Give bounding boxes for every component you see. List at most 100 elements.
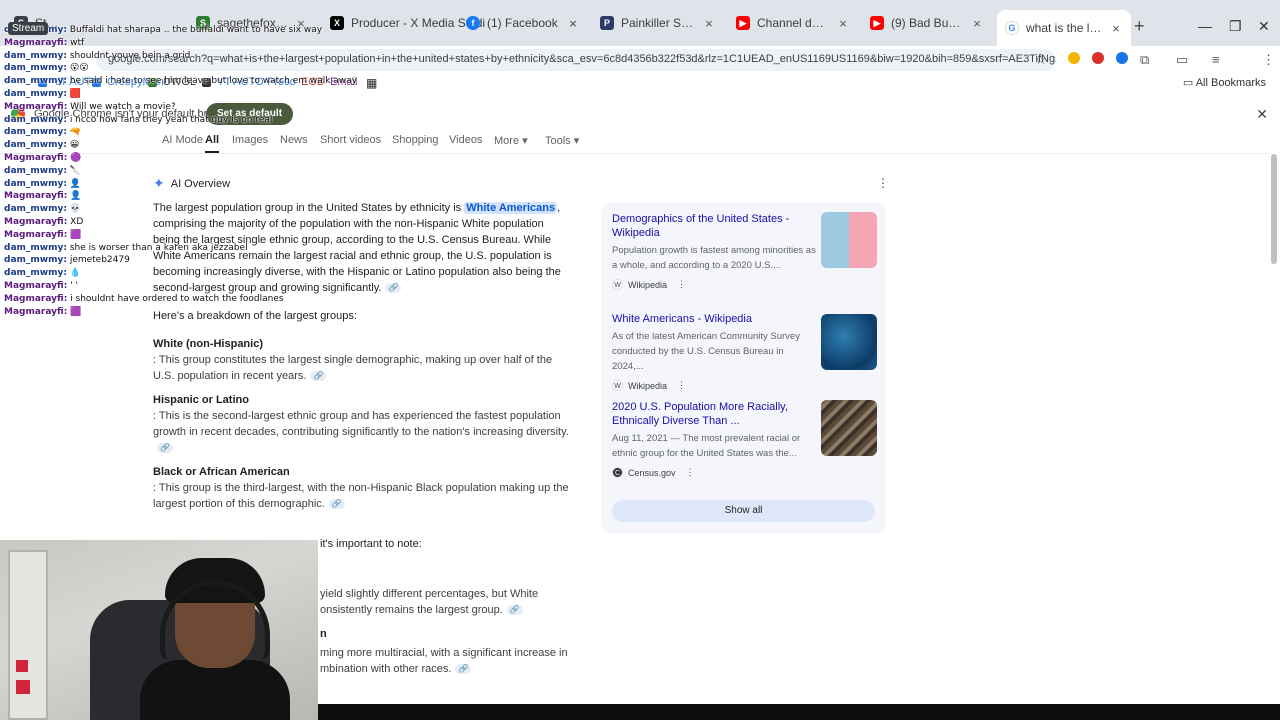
tab-close-icon[interactable]: × (1109, 21, 1123, 36)
extension-icon[interactable] (1068, 52, 1080, 64)
chat-username: dam_mwmy: (4, 50, 67, 61)
tab-close-icon[interactable]: × (702, 16, 716, 31)
chat-text: XD (70, 216, 84, 227)
close-icon[interactable]: ✕ (1256, 106, 1268, 123)
tab-painkiller[interactable]: P Painkiller Season 1 Episo × (592, 7, 724, 39)
note-heading: it's important to note: (320, 538, 422, 550)
chat-message: dam_mwmy: 💀 (4, 203, 324, 216)
link-icon[interactable]: 🔗 (455, 664, 472, 675)
google-icon: G (1005, 21, 1019, 35)
population-pyramid-thumbnail[interactable] (821, 212, 877, 268)
tab-shopping[interactable]: Shopping (392, 134, 439, 146)
tab-videos[interactable]: Videos (449, 134, 482, 146)
scrollbar[interactable] (1271, 154, 1277, 264)
group-desc-text: : This group constitutes the largest sin… (153, 354, 553, 382)
tab-more[interactable]: More ▾ (494, 134, 528, 147)
ai-cont-text: onsistently remains the largest group. (320, 604, 503, 616)
sources-panel: Demographics of the United States - Wiki… (601, 202, 886, 534)
chat-message: Magmarayfi: XD (4, 216, 324, 229)
bookmark-star-icon[interactable]: ☆ (1035, 52, 1047, 68)
minimize-icon[interactable]: — (1198, 18, 1212, 34)
census-icon: C (612, 467, 623, 478)
browser-window: S Stream S sagethefox Stream - × X Produ… (0, 0, 1280, 720)
youtube-icon: ▶ (736, 16, 750, 30)
more-options-icon[interactable]: ⋮ (677, 279, 686, 290)
highlight-text: White Americans (464, 202, 558, 214)
tab-short-videos[interactable]: Short videos (320, 134, 381, 146)
chat-message: dam_mwmy: jemeteb2479 (4, 254, 324, 267)
red-object (16, 680, 30, 694)
dropdown-icon: ▾ (522, 135, 528, 147)
painkiller-icon: P (600, 16, 614, 30)
source-site-name: Wikipedia (628, 380, 668, 391)
chat-message: dam_mwmy: Buffaldi hat sharapa .. the bu… (4, 24, 324, 37)
chat-message: dam_mwmy: he said i hate to see him leav… (4, 75, 357, 88)
chat-username: Magmarayfi: (4, 152, 68, 163)
sidebar-icon[interactable]: ▭ (1176, 52, 1188, 68)
media-icon[interactable]: ≡ (1212, 52, 1220, 67)
group-title: Black or African American (153, 466, 290, 478)
chat-username: dam_mwmy: (4, 88, 67, 99)
source-snippet: Aug 11, 2021 — The most prevalent racial… (612, 433, 801, 459)
link-icon[interactable]: 🔗 (310, 371, 327, 382)
tab-bad-bunny[interactable]: ▶ (9) Bad Bunny - Tití Me P × (862, 7, 992, 39)
apps-grid-icon[interactable]: ▦ (366, 76, 377, 90)
chat-message: Magmarayfi: 🟪 (4, 229, 324, 242)
group-title: Hispanic or Latino (153, 394, 249, 406)
chat-message: dam_mwmy: 🔫 (4, 126, 324, 139)
chat-message: Magmarayfi: 🟣 (4, 152, 324, 165)
chat-text: 🟪 (70, 229, 82, 240)
more-options-icon[interactable]: ⋮ (677, 380, 686, 391)
restore-icon[interactable]: ❐ (1229, 18, 1242, 35)
more-options-icon[interactable]: ⋮ (877, 176, 889, 190)
chat-username: Magmarayfi: (4, 306, 68, 317)
tab-title: (9) Bad Bunny - Tití Me P (891, 16, 964, 30)
tab-title: Painkiller Season 1 Episo (621, 16, 696, 30)
crowd-photo-thumbnail[interactable] (821, 400, 877, 456)
chat-message: dam_mwmy: 😮😮 (4, 62, 324, 75)
source-title[interactable]: Demographics of the United States - Wiki… (612, 212, 817, 240)
extensions-icon[interactable]: ⧉ (1140, 52, 1149, 68)
chat-text: Buffaldi hat sharapa .. the buffaldi wan… (69, 25, 323, 35)
chat-message: Magmarayfi: i shouldnt have ordered to w… (4, 293, 324, 306)
menu-icon[interactable]: ⋮ (1262, 52, 1275, 68)
all-bookmarks[interactable]: ▭ All Bookmarks (1183, 76, 1266, 89)
link-icon[interactable]: 🔗 (157, 443, 173, 454)
extension-icon[interactable] (1092, 52, 1104, 64)
chat-username: Magmarayfi: (4, 191, 68, 202)
stream-badge: Stream (8, 22, 49, 35)
more-options-icon[interactable]: ⋮ (686, 467, 695, 478)
chat-message: Magmarayfi: Will we watch a movie? (4, 101, 324, 114)
chat-message: dam_mwmy: shouldnt youve bein a grid (4, 50, 324, 63)
link-icon[interactable]: 🔗 (385, 283, 402, 294)
tab-title: what is the largest popul (1026, 21, 1103, 35)
source-site: W Wikipedia ⋮ (612, 279, 882, 290)
close-window-icon[interactable]: ✕ (1258, 18, 1270, 35)
tab-close-icon[interactable]: × (836, 16, 850, 31)
source-title[interactable]: White Americans - Wikipedia (612, 312, 817, 326)
tools-button[interactable]: Tools ▾ (545, 134, 579, 147)
ai-cont-line: mbination with other races. 🔗 (320, 661, 472, 677)
chat-username: dam_mwmy: (4, 242, 67, 253)
tools-label: Tools (545, 135, 571, 147)
tab-close-icon[interactable]: × (970, 16, 984, 31)
chat-username: Magmarayfi: (4, 37, 68, 48)
chat-text: wtf (70, 37, 85, 48)
source-title[interactable]: 2020 U.S. Population More Racially, Ethn… (612, 400, 817, 428)
tab-close-icon[interactable]: × (566, 16, 580, 31)
facebook-icon: f (466, 16, 480, 30)
tab-channel-dashboard[interactable]: ▶ Channel dashboard - Yo × (728, 7, 858, 39)
source-snippet: Population growth is fastest among minor… (612, 245, 816, 271)
tab-google-search[interactable]: G what is the largest popul × (997, 10, 1131, 46)
new-tab-button[interactable]: + (1134, 16, 1145, 37)
chat-username: Magmarayfi: (4, 101, 68, 112)
chat-username: Magmarayfi: (4, 229, 68, 240)
tab-facebook[interactable]: f (1) Facebook × (458, 7, 588, 39)
link-icon[interactable]: 🔗 (506, 605, 523, 616)
extension-icon[interactable] (1116, 52, 1128, 64)
show-all-button[interactable]: Show all (612, 500, 875, 522)
link-icon[interactable]: 🔗 (328, 499, 345, 510)
chat-username: Magmarayfi: (4, 293, 68, 304)
ai-cont-text: mbination with other races. (320, 663, 452, 675)
us-map-thumbnail[interactable] (821, 314, 877, 370)
